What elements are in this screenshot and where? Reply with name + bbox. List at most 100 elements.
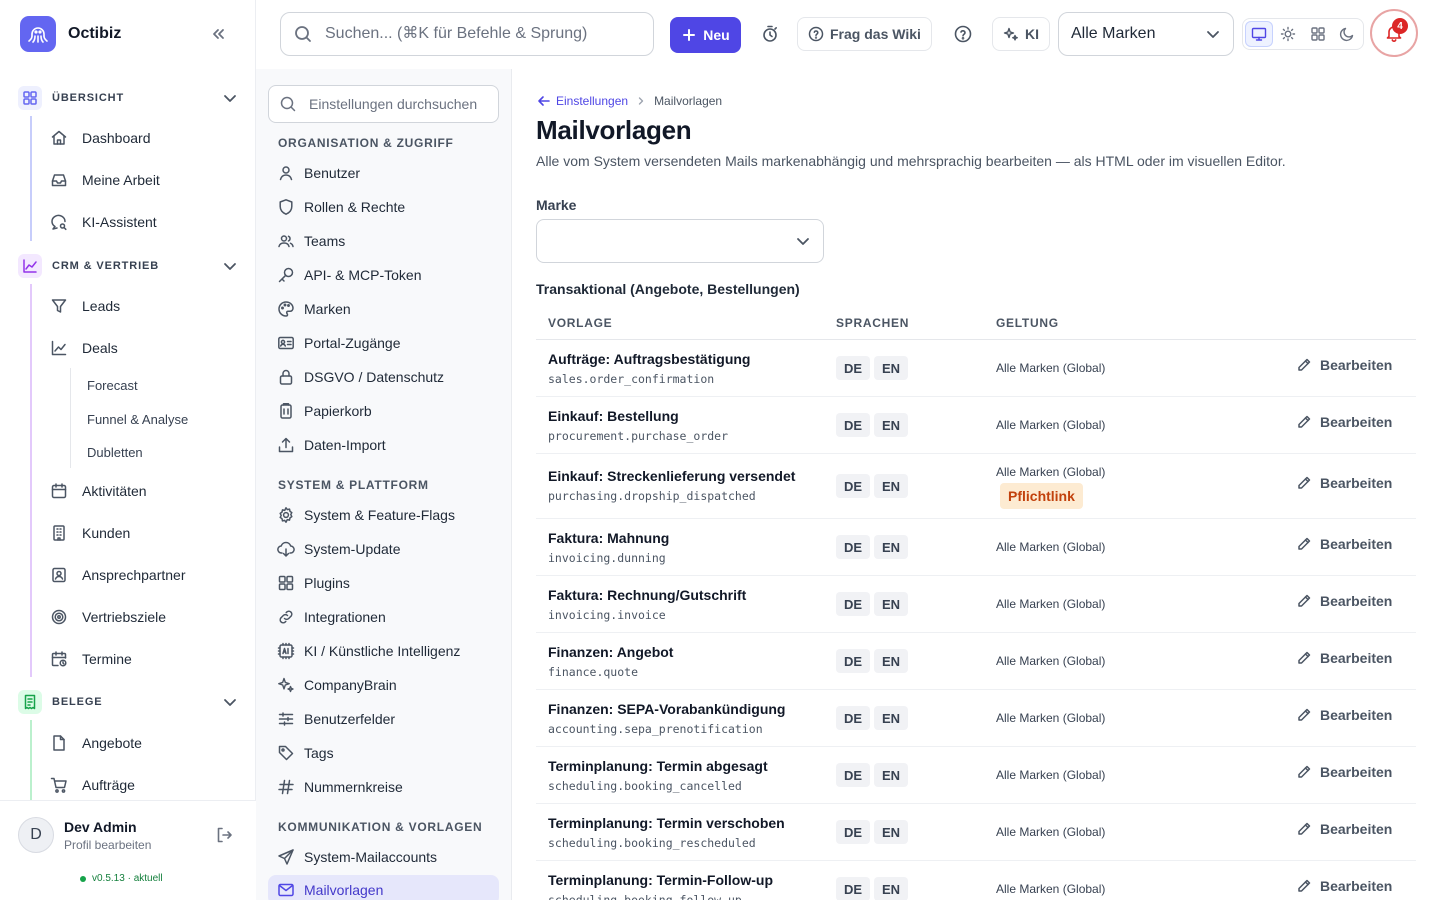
top-bar: Neu Frag das Wiki KI Alle Marken 4 bbox=[256, 0, 1440, 69]
settings-section-title: ORGANISATION & ZUGRIFF bbox=[278, 136, 454, 150]
help-icon[interactable] bbox=[953, 24, 973, 44]
nav-item-angebote[interactable]: Angebote bbox=[50, 727, 240, 759]
settings-item-papierkorb[interactable]: Papierkorb bbox=[268, 396, 499, 426]
settings-item-feature-flags[interactable]: System & Feature-Flags bbox=[268, 500, 499, 530]
settings-item-plugins[interactable]: Plugins bbox=[268, 568, 499, 598]
table-row[interactable]: Terminplanung: Termin verschoben scheduli… bbox=[536, 804, 1416, 861]
settings-item-companybrain[interactable]: CompanyBrain bbox=[268, 670, 499, 700]
nav-item-ki-assistent[interactable]: KI-Assistent bbox=[50, 206, 240, 238]
edit-button[interactable]: Bearbeiten bbox=[1296, 650, 1392, 666]
table-row[interactable]: Terminplanung: Termin-Follow-up schedulin… bbox=[536, 861, 1416, 900]
settings-item-import[interactable]: Daten-Import bbox=[268, 430, 499, 460]
language-badge: EN bbox=[874, 592, 908, 616]
search-icon bbox=[293, 24, 313, 44]
edit-button[interactable]: Bearbeiten bbox=[1296, 475, 1392, 491]
brand[interactable]: Octibiz bbox=[20, 16, 121, 52]
moon-icon[interactable] bbox=[1334, 21, 1362, 47]
nav-subitem-forecast[interactable]: Forecast bbox=[87, 373, 138, 397]
ask-wiki-button[interactable]: Frag das Wiki bbox=[797, 17, 932, 51]
search-input[interactable] bbox=[325, 25, 645, 43]
monitor-icon[interactable] bbox=[1245, 21, 1273, 47]
notifications-button[interactable] bbox=[1370, 9, 1418, 57]
calendar-clock-icon bbox=[50, 650, 68, 668]
nav-item-ansprechpartner[interactable]: Ansprechpartner bbox=[50, 559, 240, 591]
settings-item-tags[interactable]: Tags bbox=[268, 738, 499, 768]
settings-item-portal[interactable]: Portal-Zugänge bbox=[268, 328, 499, 358]
table-row[interactable]: Faktura: Rechnung/Gutschrift invoicing.in… bbox=[536, 576, 1416, 633]
template-name: Terminplanung: Termin-Follow-up bbox=[548, 872, 774, 888]
settings-item-teams[interactable]: Teams bbox=[268, 226, 499, 256]
breadcrumb-back-link[interactable]: Einstellungen bbox=[536, 93, 628, 109]
edit-button[interactable]: Bearbeiten bbox=[1296, 536, 1392, 552]
brand-filter-select[interactable]: Alle Marken bbox=[1058, 12, 1234, 56]
nav-group-crm[interactable]: CRM & VERTRIEB bbox=[18, 254, 242, 278]
table-row[interactable]: Finanzen: SEPA-Vorabankündigung accountin… bbox=[536, 690, 1416, 747]
edit-button[interactable]: Bearbeiten bbox=[1296, 707, 1392, 723]
layout-icon[interactable] bbox=[1304, 21, 1332, 47]
user-name[interactable]: Dev Admin bbox=[64, 819, 137, 835]
settings-item-system-update[interactable]: System-Update bbox=[268, 534, 499, 564]
nav-subitem-funnel[interactable]: Funnel & Analyse bbox=[87, 407, 188, 431]
edit-button[interactable]: Bearbeiten bbox=[1296, 593, 1392, 609]
ai-button[interactable]: KI bbox=[992, 17, 1050, 51]
settings-item-api-token[interactable]: API- & MCP-Token bbox=[268, 260, 499, 290]
logout-icon[interactable] bbox=[214, 825, 234, 845]
nav-item-label: Meine Arbeit bbox=[82, 172, 160, 188]
table-row[interactable]: Faktura: Mahnung invoicing.dunning DE EN All… bbox=[536, 519, 1416, 576]
settings-item-mailaccounts[interactable]: System-Mailaccounts bbox=[268, 842, 499, 872]
avatar[interactable]: D bbox=[18, 817, 54, 853]
settings-item-label: Nummernkreise bbox=[304, 779, 403, 795]
edit-button[interactable]: Bearbeiten bbox=[1296, 821, 1392, 837]
sun-icon[interactable] bbox=[1275, 21, 1303, 47]
settings-item-marken[interactable]: Marken bbox=[268, 294, 499, 324]
status-dot bbox=[80, 875, 86, 882]
nav-group-belege[interactable]: BELEGE bbox=[18, 690, 242, 714]
settings-item-benutzer[interactable]: Benutzer bbox=[268, 158, 499, 188]
nav-group-uebersicht[interactable]: ÜBERSICHT bbox=[18, 86, 242, 110]
chart-line-icon bbox=[18, 254, 42, 278]
breadcrumb: Einstellungen Mailvorlagen bbox=[536, 93, 722, 109]
new-button[interactable]: Neu bbox=[670, 17, 741, 53]
table-row[interactable]: Terminplanung: Termin abgesagt scheduling… bbox=[536, 747, 1416, 804]
edit-button[interactable]: Bearbeiten bbox=[1296, 764, 1392, 780]
nav-item-termine[interactable]: Termine bbox=[50, 643, 240, 675]
edit-button-label: Bearbeiten bbox=[1320, 357, 1393, 373]
nav-item-vertriebsziele[interactable]: Vertriebsziele bbox=[50, 601, 240, 633]
nav-item-dashboard[interactable]: Dashboard bbox=[50, 122, 240, 154]
brand-select[interactable] bbox=[536, 219, 824, 263]
edit-button[interactable]: Bearbeiten bbox=[1296, 357, 1392, 373]
global-search[interactable] bbox=[280, 12, 654, 56]
table-row[interactable]: Aufträge: Auftragsbestätigung sales.order… bbox=[536, 340, 1416, 397]
nav-item-kunden[interactable]: Kunden bbox=[50, 517, 240, 549]
settings-item-nummernkreise[interactable]: Nummernkreise bbox=[268, 772, 499, 802]
timer-icon[interactable] bbox=[760, 24, 780, 44]
table-row[interactable]: Einkauf: Streckenlieferung versendet purc… bbox=[536, 454, 1416, 519]
settings-item-label: Integrationen bbox=[304, 609, 386, 625]
edit-button[interactable]: Bearbeiten bbox=[1296, 878, 1392, 894]
language-badge: DE bbox=[836, 474, 870, 498]
table-row[interactable]: Finanzen: Angebot finance.quote DE EN Alle M… bbox=[536, 633, 1416, 690]
settings-item-integrationen[interactable]: Integrationen bbox=[268, 602, 499, 632]
settings-item-dsgvo[interactable]: DSGVO / Datenschutz bbox=[268, 362, 499, 392]
nav-item-aktivitaeten[interactable]: Aktivitäten bbox=[50, 475, 240, 507]
edit-profile-link[interactable]: Profil bearbeiten bbox=[64, 838, 151, 852]
collapse-sidebar-icon[interactable] bbox=[208, 24, 228, 44]
template-name: Aufträge: Auftragsbestätigung bbox=[548, 351, 751, 367]
settings-item-benutzerfelder[interactable]: Benutzerfelder bbox=[268, 704, 499, 734]
nav-item-leads[interactable]: Leads bbox=[50, 290, 240, 322]
nav-item-auftraege[interactable]: Aufträge bbox=[50, 769, 240, 800]
table-row[interactable]: Einkauf: Bestellung procurement.purchase_… bbox=[536, 397, 1416, 454]
nav-item-meine-arbeit[interactable]: Meine Arbeit bbox=[50, 164, 240, 196]
settings-item-mailvorlagen[interactable]: Mailvorlagen bbox=[268, 875, 499, 900]
grid-icon bbox=[18, 86, 42, 110]
language-badge: EN bbox=[874, 413, 908, 437]
settings-item-ki[interactable]: KI / Künstliche Intelligenz bbox=[268, 636, 499, 666]
nav-item-deals[interactable]: Deals bbox=[50, 332, 240, 364]
settings-search[interactable] bbox=[268, 85, 499, 123]
settings-search-input[interactable] bbox=[309, 96, 494, 112]
tag-icon bbox=[277, 744, 295, 762]
settings-item-rollen[interactable]: Rollen & Rechte bbox=[268, 192, 499, 222]
edit-button[interactable]: Bearbeiten bbox=[1296, 414, 1392, 430]
key-icon bbox=[277, 266, 295, 284]
nav-subitem-dubletten[interactable]: Dubletten bbox=[87, 440, 143, 464]
